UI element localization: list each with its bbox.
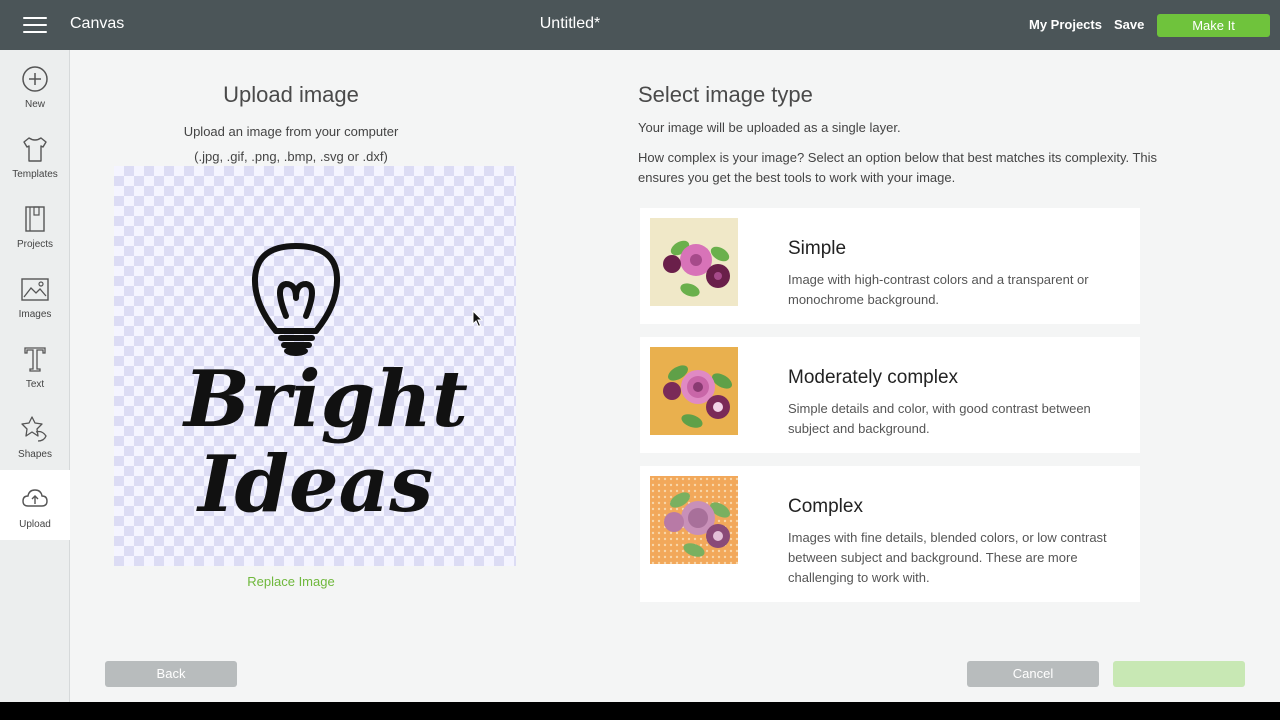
bottom-edge — [0, 702, 1280, 720]
sidebar-item-templates[interactable]: Templates — [0, 120, 70, 190]
cancel-button[interactable]: Cancel — [967, 661, 1099, 687]
sidebar-item-text[interactable]: Text — [0, 330, 70, 400]
preview-text-ideas: Ideas — [196, 439, 433, 530]
preview-text-bright: Bright — [182, 354, 468, 445]
back-button[interactable]: Back — [105, 661, 237, 687]
sidebar-item-label: Upload — [19, 519, 51, 530]
my-projects-link[interactable]: My Projects — [1029, 17, 1102, 32]
sidebar-item-shapes[interactable]: Shapes — [0, 400, 70, 470]
main-panel: Upload image Upload an image from your c… — [70, 50, 1280, 702]
single-layer-note: Your image will be uploaded as a single … — [638, 120, 901, 135]
option-simple[interactable]: Simple Image with high-contrast colors a… — [640, 208, 1140, 324]
plus-circle-icon — [22, 66, 48, 92]
image-icon — [21, 278, 49, 301]
sidebar-item-label: Templates — [12, 169, 58, 180]
sidebar-item-images[interactable]: Images — [0, 260, 70, 330]
cloud-upload-icon — [22, 489, 48, 507]
upload-instructions: Upload an image from your computer — [183, 124, 399, 139]
image-type-description: Your image will be uploaded as a single … — [638, 118, 1158, 188]
mouse-cursor-icon — [472, 310, 484, 328]
option-title: Complex — [788, 496, 863, 517]
shapes-icon — [21, 416, 47, 442]
simple-thumbnail — [650, 218, 738, 306]
make-it-button[interactable]: Make It — [1157, 14, 1270, 37]
image-preview: Bright Ideas — [114, 166, 516, 566]
notebook-icon — [25, 206, 45, 232]
moderately-complex-thumbnail — [650, 347, 738, 435]
top-bar: Canvas Untitled* My Projects Save Make I… — [0, 0, 1280, 50]
sidebar-item-label: Images — [18, 309, 52, 320]
sidebar: New Templates Projects Images Text Shape… — [0, 50, 70, 702]
option-description: Images with fine details, blended colors… — [788, 530, 1107, 585]
bright-ideas-image: Bright Ideas — [182, 243, 468, 530]
sidebar-item-new[interactable]: New — [0, 50, 70, 120]
upload-subtitle: Upload an image from your computer (.jpg… — [130, 119, 452, 169]
sidebar-item-label: Text — [25, 379, 45, 390]
save-link[interactable]: Save — [1114, 17, 1144, 32]
sidebar-item-label: Projects — [16, 239, 54, 250]
option-complex[interactable]: Complex Images with fine details, blende… — [640, 466, 1140, 602]
sidebar-item-label: Shapes — [18, 449, 52, 460]
tshirt-icon — [23, 137, 47, 162]
text-icon — [24, 347, 46, 372]
sidebar-item-upload[interactable]: Upload — [0, 470, 70, 540]
document-title[interactable]: Untitled* — [0, 15, 1140, 33]
complex-thumbnail — [650, 476, 738, 564]
image-type-title: Select image type — [638, 82, 813, 107]
sidebar-item-projects[interactable]: Projects — [0, 190, 70, 260]
option-description: Image with high-contrast colors and a tr… — [788, 272, 1089, 307]
replace-image-link[interactable]: Replace Image — [114, 574, 468, 589]
sidebar-item-label: New — [24, 99, 45, 110]
option-description: Simple details and color, with good cont… — [788, 401, 1091, 436]
continue-button[interactable] — [1113, 661, 1245, 687]
option-title: Simple — [788, 238, 847, 259]
option-title: Moderately complex — [788, 367, 959, 388]
complexity-question: How complex is your image? Select an opt… — [638, 150, 1158, 185]
option-moderately-complex[interactable]: Moderately complex Simple details and co… — [640, 337, 1140, 453]
upload-title: Upload image — [223, 82, 359, 107]
